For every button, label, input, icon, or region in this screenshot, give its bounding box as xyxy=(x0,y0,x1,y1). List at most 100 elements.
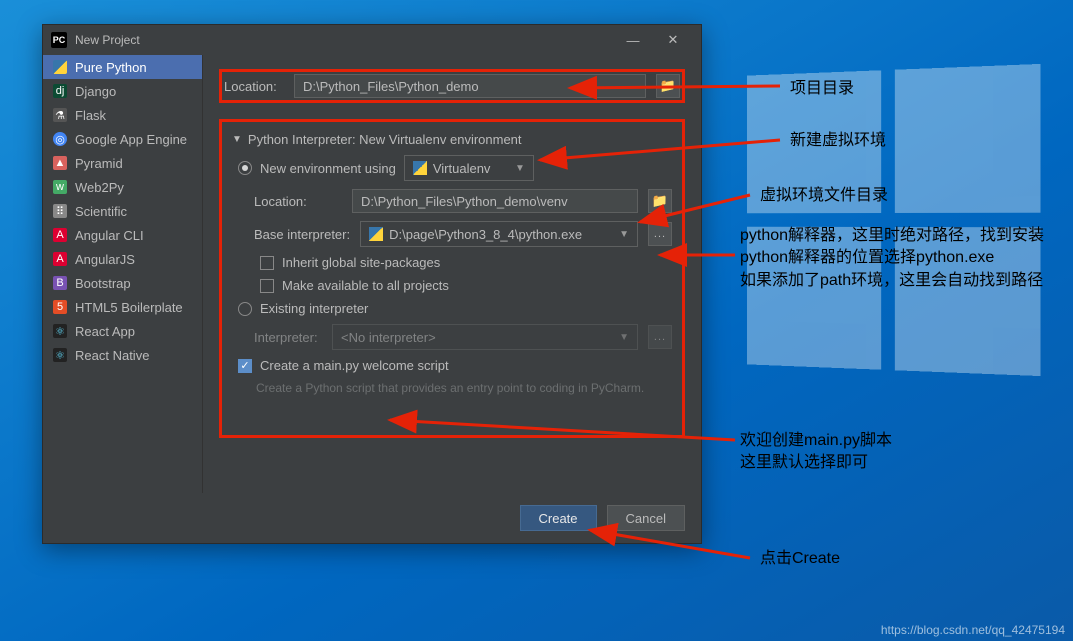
location-row: Location: 📁 xyxy=(219,69,685,103)
makeavail-checkbox-row: Make available to all projects xyxy=(232,278,672,293)
create-mainpy-checkbox[interactable]: ✓ xyxy=(238,359,252,373)
venv-location-row: Location: 📁 xyxy=(232,189,672,213)
sidebar-item-html5-boilerplate[interactable]: 5 HTML5 Boilerplate xyxy=(43,295,202,319)
new-project-dialog: PC New Project — ✕ Pure Python dj Django ⚗ F… xyxy=(42,24,702,544)
sidebar-item-pure-python[interactable]: Pure Python xyxy=(43,55,202,79)
sidebar-item-angular-cli[interactable]: A Angular CLI xyxy=(43,223,202,247)
inherit-label: Inherit global site-packages xyxy=(282,255,440,270)
inherit-checkbox-row: Inherit global site-packages xyxy=(232,255,672,270)
new-env-radio-row: New environment using Virtualenv ▼ xyxy=(232,155,672,181)
sidebar-item-icon: B xyxy=(53,276,67,290)
close-button[interactable]: ✕ xyxy=(653,26,693,54)
pycharm-icon: PC xyxy=(51,32,67,48)
sidebar-item-label: Pure Python xyxy=(75,60,147,75)
existing-interpreter-combo: <No interpreter> ▼ xyxy=(332,324,638,350)
new-env-radio[interactable] xyxy=(238,161,252,175)
chevron-down-icon: ▼ xyxy=(232,134,242,145)
cancel-button[interactable]: Cancel xyxy=(607,505,685,531)
sidebar-item-icon: w xyxy=(53,180,67,194)
sidebar-item-icon: A xyxy=(53,228,67,242)
sidebar-item-icon: dj xyxy=(53,84,67,98)
sidebar-item-icon: A xyxy=(53,252,67,266)
makeavail-checkbox[interactable] xyxy=(260,279,274,293)
sidebar-item-pyramid[interactable]: ▲ Pyramid xyxy=(43,151,202,175)
existing-interpreter-label: Existing interpreter xyxy=(260,301,368,316)
sidebar-item-label: React Native xyxy=(75,348,149,363)
sidebar-item-icon: 5 xyxy=(53,300,67,314)
sidebar-item-django[interactable]: dj Django xyxy=(43,79,202,103)
annotation-interpreter: python解释器，这里时绝对路径，找到安装python解释器的位置选择pyth… xyxy=(740,225,1060,292)
sidebar-item-label: AngularJS xyxy=(75,252,135,267)
sidebar-item-flask[interactable]: ⚗ Flask xyxy=(43,103,202,127)
sidebar-item-label: Django xyxy=(75,84,116,99)
create-mainpy-label: Create a main.py welcome script xyxy=(260,358,449,373)
create-button[interactable]: Create xyxy=(520,505,597,531)
sidebar-item-label: Scientific xyxy=(75,204,127,219)
annotation-mainpy: 欢迎创建main.py脚本 这里默认选择即可 xyxy=(740,430,892,475)
base-interpreter-label: Base interpreter: xyxy=(232,227,350,242)
browse-venv-location-button[interactable]: 📁 xyxy=(648,189,672,213)
sidebar-item-google-app-engine[interactable]: ◎ Google App Engine xyxy=(43,127,202,151)
chevron-down-icon: ▼ xyxy=(619,229,629,240)
inherit-checkbox[interactable] xyxy=(260,256,274,270)
project-type-sidebar: Pure Python dj Django ⚗ Flask ◎ Google App Eng… xyxy=(43,55,203,493)
sidebar-item-label: HTML5 Boilerplate xyxy=(75,300,183,315)
main-panel: Location: 📁 ▼ Python Interpreter: New Vi… xyxy=(203,55,701,493)
interpreter-header[interactable]: ▼ Python Interpreter: New Virtualenv env… xyxy=(232,132,672,147)
makeavail-label: Make available to all projects xyxy=(282,278,449,293)
create-mainpy-hint: Create a Python script that provides an … xyxy=(232,381,672,395)
dialog-body: Pure Python dj Django ⚗ Flask ◎ Google App Eng… xyxy=(43,55,701,493)
annotation-venv-dir: 虚拟环境文件目录 xyxy=(760,185,888,207)
sidebar-item-web2py[interactable]: w Web2Py xyxy=(43,175,202,199)
venv-location-label: Location: xyxy=(232,194,342,209)
chevron-down-icon: ▼ xyxy=(619,332,629,343)
sidebar-item-label: Google App Engine xyxy=(75,132,187,147)
browse-location-button[interactable]: 📁 xyxy=(656,74,680,98)
sidebar-item-label: Web2Py xyxy=(75,180,124,195)
existing-interpreter-radio-row: Existing interpreter xyxy=(232,301,672,316)
sidebar-item-scientific[interactable]: ⠿ Scientific xyxy=(43,199,202,223)
sidebar-item-label: Angular CLI xyxy=(75,228,144,243)
location-input[interactable] xyxy=(294,74,646,98)
sidebar-item-label: Pyramid xyxy=(75,156,123,171)
virtualenv-combo[interactable]: Virtualenv ▼ xyxy=(404,155,534,181)
interpreter-sub-label: Interpreter: xyxy=(232,330,322,345)
sidebar-item-icon xyxy=(53,60,67,74)
sidebar-item-icon: ⚛ xyxy=(53,348,67,362)
existing-interpreter-row: Interpreter: <No interpreter> ▼ ... xyxy=(232,324,672,350)
python-icon xyxy=(369,227,383,241)
base-interpreter-combo[interactable]: D:\page\Python3_8_4\python.exe ▼ xyxy=(360,221,638,247)
watermark: https://blog.csdn.net/qq_42475194 xyxy=(881,623,1065,637)
sidebar-item-bootstrap[interactable]: BBootstrap xyxy=(43,271,202,295)
sidebar-item-icon: ▲ xyxy=(53,156,67,170)
create-mainpy-row: ✓ Create a main.py welcome script xyxy=(232,358,672,373)
windows-logo xyxy=(747,64,1041,376)
sidebar-item-icon: ⚛ xyxy=(53,324,67,338)
annotation-new-venv: 新建虚拟环境 xyxy=(790,130,886,152)
annotation-click-create: 点击Create xyxy=(760,548,840,570)
minimize-button[interactable]: — xyxy=(613,26,653,54)
sidebar-item-react-native[interactable]: ⚛ React Native xyxy=(43,343,202,367)
venv-location-input[interactable] xyxy=(352,189,638,213)
sidebar-item-react-app[interactable]: ⚛ React App xyxy=(43,319,202,343)
annotation-project-dir: 项目目录 xyxy=(790,78,854,100)
sidebar-item-icon: ⠿ xyxy=(53,204,67,218)
chevron-down-icon: ▼ xyxy=(515,163,525,174)
no-interpreter-label: <No interpreter> xyxy=(341,330,436,345)
browse-interpreter-button[interactable]: ... xyxy=(648,222,672,246)
sidebar-item-angularjs[interactable]: A AngularJS xyxy=(43,247,202,271)
location-label: Location: xyxy=(224,79,284,94)
base-interpreter-row: Base interpreter: D:\page\Python3_8_4\py… xyxy=(232,221,672,247)
sidebar-item-label: Flask xyxy=(75,108,106,123)
title-bar: PC New Project — ✕ xyxy=(43,25,701,55)
python-icon xyxy=(413,161,427,175)
window-title: New Project xyxy=(75,33,613,47)
folder-icon: 📁 xyxy=(652,193,668,209)
sidebar-item-icon: ⚗ xyxy=(53,108,67,122)
sidebar-item-label: React App xyxy=(75,324,135,339)
virtualenv-combo-label: Virtualenv xyxy=(433,161,491,176)
sidebar-item-icon: ◎ xyxy=(53,132,67,146)
existing-interpreter-radio[interactable] xyxy=(238,302,252,316)
folder-icon: 📁 xyxy=(660,78,676,94)
base-interpreter-value: D:\page\Python3_8_4\python.exe xyxy=(389,227,582,242)
